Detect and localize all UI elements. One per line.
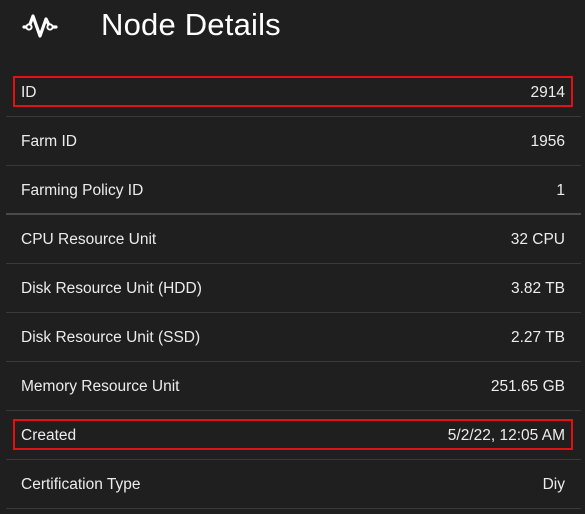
details-header: Node Details bbox=[0, 0, 585, 52]
detail-row-certification-type: Certification Type Diy bbox=[6, 460, 581, 509]
detail-label: Created bbox=[21, 427, 77, 444]
detail-row-disk-ssd: Disk Resource Unit (SSD) 2.27 TB bbox=[6, 313, 581, 362]
detail-value: 1 bbox=[556, 182, 565, 199]
detail-label: ID bbox=[21, 84, 37, 101]
detail-row-cpu-resource-unit: CPU Resource Unit 32 CPU bbox=[6, 215, 581, 264]
detail-row-id: ID 2914 bbox=[6, 68, 581, 117]
detail-value: 1956 bbox=[530, 133, 565, 150]
detail-value: 2.27 TB bbox=[510, 329, 565, 346]
detail-label: Certification Type bbox=[21, 476, 141, 493]
detail-row-disk-hdd: Disk Resource Unit (HDD) 3.82 TB bbox=[6, 264, 581, 313]
detail-value: 251.65 GB bbox=[490, 378, 565, 395]
detail-value: 3.82 TB bbox=[510, 280, 565, 297]
detail-value: 2914 bbox=[530, 84, 565, 101]
detail-value: Diy bbox=[542, 476, 565, 493]
page-title: Node Details bbox=[101, 7, 281, 42]
detail-value: 5/2/22, 12:05 AM bbox=[447, 427, 565, 444]
detail-label: Farming Policy ID bbox=[21, 182, 144, 199]
detail-label: Disk Resource Unit (SSD) bbox=[21, 329, 201, 346]
detail-row-created: Created 5/2/22, 12:05 AM bbox=[6, 411, 581, 460]
activity-pulse-icon bbox=[22, 10, 58, 40]
detail-label: CPU Resource Unit bbox=[21, 231, 157, 248]
detail-label: Disk Resource Unit (HDD) bbox=[21, 280, 202, 297]
detail-row-farming-policy-id: Farming Policy ID 1 bbox=[6, 166, 581, 215]
detail-row-farm-id: Farm ID 1956 bbox=[6, 117, 581, 166]
details-list: ID 2914 Farm ID 1956 Farming Policy ID 1… bbox=[0, 68, 585, 509]
detail-value: 32 CPU bbox=[510, 231, 565, 248]
detail-label: Farm ID bbox=[21, 133, 77, 150]
detail-row-memory-resource-unit: Memory Resource Unit 251.65 GB bbox=[6, 362, 581, 411]
detail-label: Memory Resource Unit bbox=[21, 378, 180, 395]
